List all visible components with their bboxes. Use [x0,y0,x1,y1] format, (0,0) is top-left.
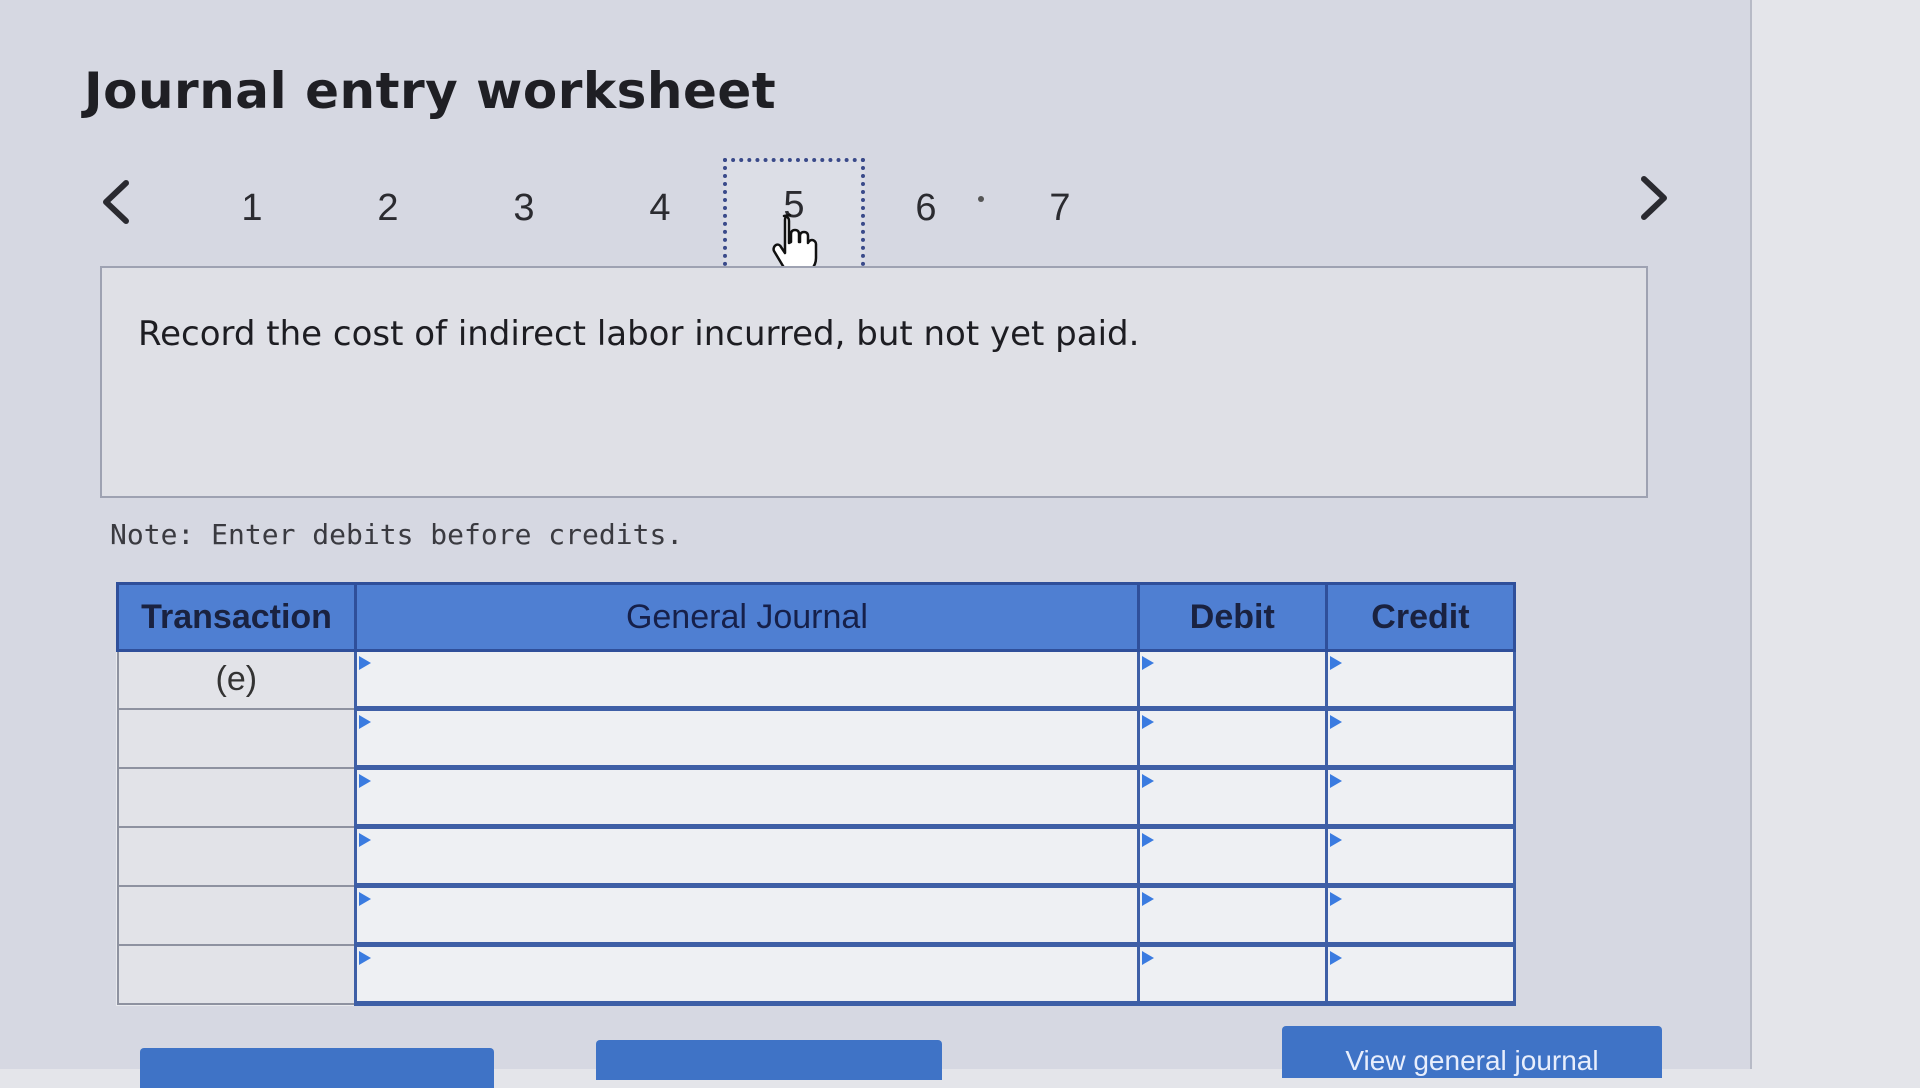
cell-marker-icon [1141,715,1154,729]
cell-marker-icon [1141,774,1154,788]
account-input[interactable] [357,711,1137,765]
page-tab-1[interactable]: 1 [222,178,282,238]
transaction-cell [116,885,358,946]
record-entry-button[interactable] [140,1048,494,1088]
debit-input[interactable] [1139,947,1325,1001]
credit-cell[interactable] [1324,944,1517,1006]
cell-marker-icon [1141,892,1154,906]
debit-input[interactable] [1139,888,1325,942]
dropdown-marker-icon [359,833,372,847]
credit-input[interactable] [1327,888,1513,942]
credit-cell[interactable] [1324,826,1517,888]
dropdown-marker-icon [359,892,372,906]
table-row: (e) [116,650,1517,711]
account-cell[interactable] [354,650,1140,711]
chevron-left-icon [103,180,129,224]
worksheet-panel: Journal entry worksheet 1 2 3 4 5 6 7 Re… [0,0,1752,1088]
account-input[interactable] [357,888,1137,942]
dropdown-marker-icon [359,715,372,729]
credit-input[interactable] [1327,711,1513,765]
dropdown-marker-icon [359,774,372,788]
cell-marker-icon [1329,656,1342,670]
clear-entry-button[interactable] [596,1040,942,1080]
page-tab-6[interactable]: 6 [896,178,956,238]
instruction-text: Record the cost of indirect labor incurr… [138,314,1140,354]
cell-marker-icon [1329,951,1342,965]
page-tab-2[interactable]: 2 [358,178,418,238]
cell-marker-icon [1141,951,1154,965]
next-page-button[interactable] [1630,168,1680,228]
credit-cell[interactable] [1324,885,1517,947]
credit-input[interactable] [1327,947,1513,1001]
table-header-row: Transaction General Journal Debit Credit [115,582,1517,652]
page-tab-4[interactable]: 4 [630,178,690,238]
transaction-cell: (e) [116,650,358,710]
transaction-header: Transaction [115,582,358,652]
entry-note: Note: Enter debits before credits. [110,518,684,551]
dropdown-marker-icon [359,656,372,670]
transaction-cell [116,767,358,828]
chevron-right-icon [1641,176,1667,220]
account-input[interactable] [357,652,1137,706]
instruction-box: Record the cost of indirect labor incurr… [100,266,1648,498]
credit-cell[interactable] [1324,650,1517,711]
separator-dot [978,196,984,202]
account-cell[interactable] [354,885,1140,947]
account-cell[interactable] [354,767,1140,829]
journal-entry-table: Transaction General Journal Debit Credit… [115,582,1517,1006]
credit-input[interactable] [1327,770,1513,824]
account-cell[interactable] [354,708,1140,770]
credit-cell[interactable] [1324,708,1517,770]
page-title: Journal entry worksheet [84,62,777,120]
table-row [116,885,1517,947]
debit-cell[interactable] [1136,650,1328,711]
cell-marker-icon [1141,656,1154,670]
table-row [116,826,1517,888]
debit-input[interactable] [1139,652,1325,706]
debit-input[interactable] [1139,770,1325,824]
page-tab-3[interactable]: 3 [494,178,554,238]
account-input[interactable] [357,947,1137,1001]
account-input[interactable] [357,770,1137,824]
dropdown-marker-icon [359,951,372,965]
general-journal-header: General Journal [354,582,1140,652]
cell-marker-icon [1329,774,1342,788]
debit-cell[interactable] [1136,826,1328,888]
debit-input[interactable] [1139,829,1325,883]
credit-cell[interactable] [1324,767,1517,829]
credit-input[interactable] [1327,652,1513,706]
transaction-cell [116,708,358,769]
view-general-journal-button[interactable]: View general journal [1282,1026,1662,1078]
cell-marker-icon [1329,892,1342,906]
page-tab-7[interactable]: 7 [1030,178,1090,238]
credit-input[interactable] [1327,829,1513,883]
debit-header: Debit [1136,582,1328,652]
cell-marker-icon [1141,833,1154,847]
debit-cell[interactable] [1136,885,1328,947]
debit-cell[interactable] [1136,767,1328,829]
debit-cell[interactable] [1136,944,1328,1006]
transaction-cell [116,826,358,887]
cell-marker-icon [1329,715,1342,729]
account-cell[interactable] [354,944,1140,1006]
credit-header: Credit [1324,582,1517,652]
transaction-cell [116,944,358,1005]
table-row [116,767,1517,829]
table-row [116,708,1517,770]
table-row [116,944,1517,1006]
debit-input[interactable] [1139,711,1325,765]
account-cell[interactable] [354,826,1140,888]
prev-page-button[interactable] [90,172,140,232]
cell-marker-icon [1329,833,1342,847]
account-input[interactable] [357,829,1137,883]
debit-cell[interactable] [1136,708,1328,770]
